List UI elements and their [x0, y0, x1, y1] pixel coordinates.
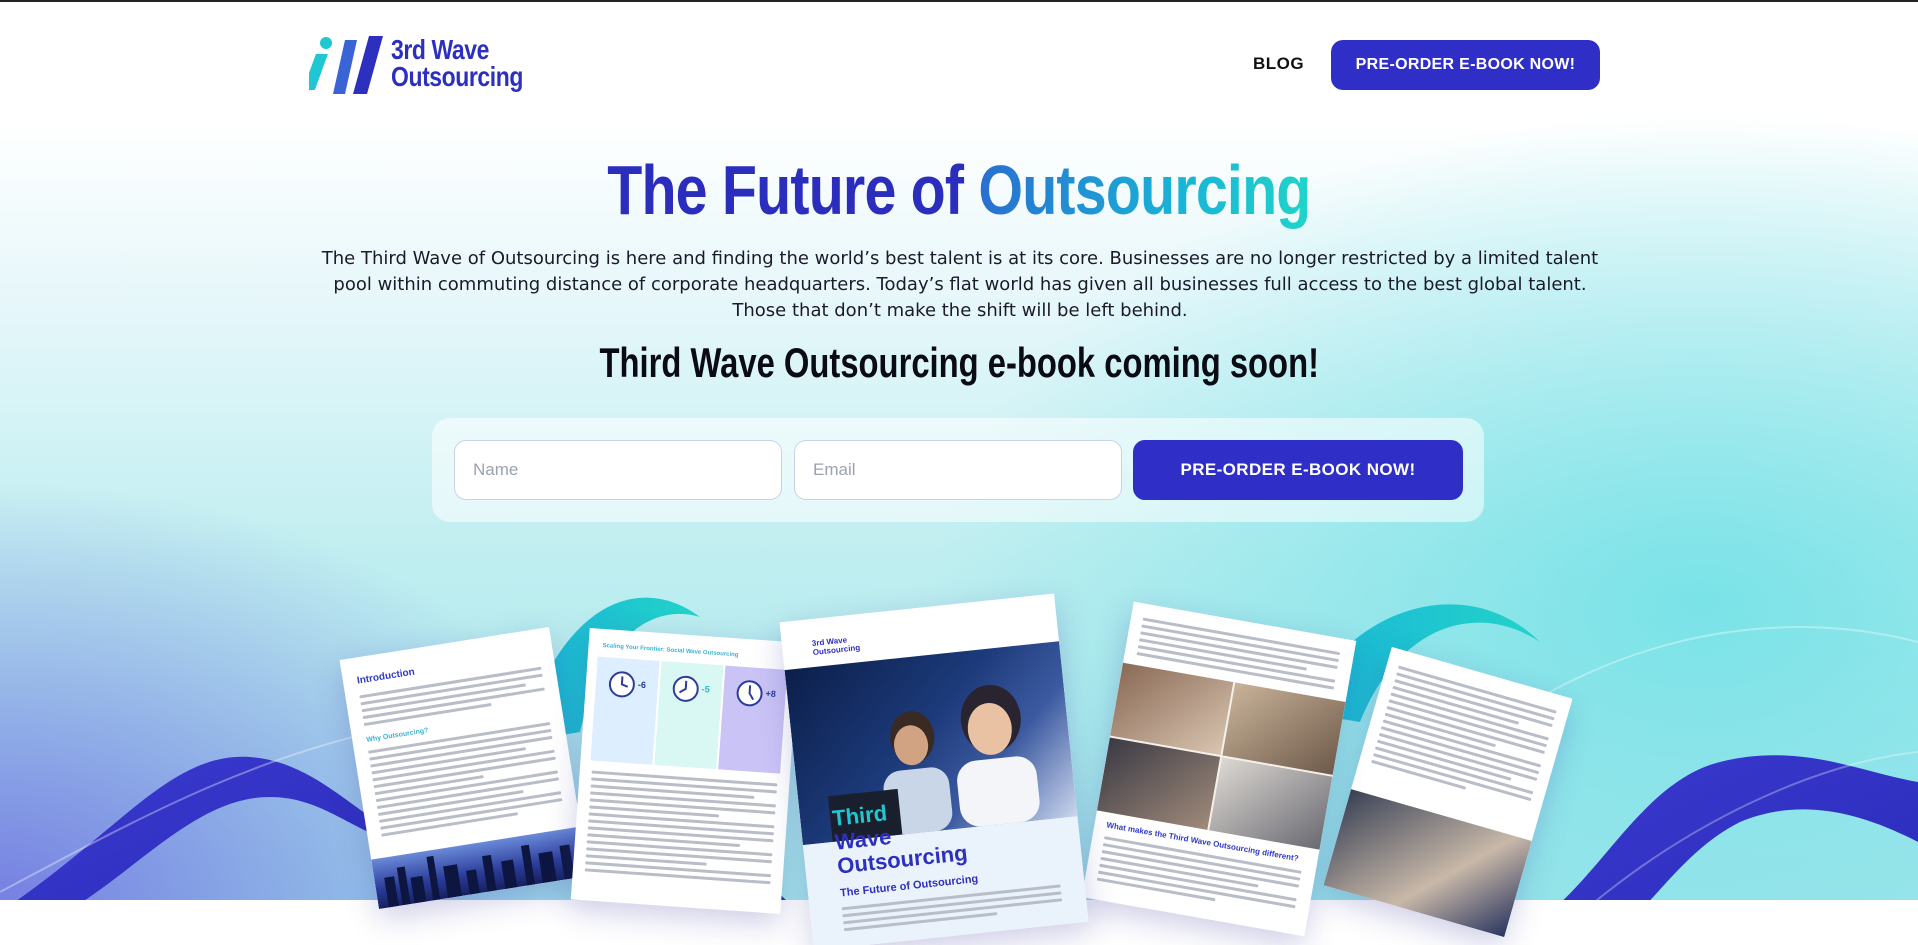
- cover-photo: [784, 641, 1078, 846]
- page1-subheading: Why Outsourcing?: [365, 727, 429, 744]
- email-input[interactable]: [794, 440, 1122, 500]
- logo-line1: 3rd Wave: [391, 34, 489, 65]
- ebook-subtitle: Third Wave Outsourcing e-book coming soo…: [0, 339, 1918, 387]
- hero-description: The Third Wave of Outsourcing is here an…: [321, 248, 1599, 321]
- header-preorder-button[interactable]: PRE-ORDER E-BOOK NOW!: [1331, 40, 1600, 90]
- team-photos: [1096, 662, 1346, 850]
- clock-icon: [736, 680, 763, 707]
- preorder-form: PRE-ORDER E-BOOK NOW!: [432, 418, 1484, 522]
- name-input[interactable]: [454, 440, 782, 500]
- logo-wordmark: 3rd Wave Outsourcing: [391, 34, 523, 92]
- landing-page: 3rd Wave Outsourcing BLOG PRE-ORDER E-BO…: [0, 0, 1918, 945]
- time-offset-2: -5: [701, 683, 711, 695]
- ebook-page-time-zones: Scaling Your Frontier: Social Wave Outso…: [570, 628, 800, 914]
- ebook-subtitle-text: Third Wave Outsourcing e-book coming soo…: [599, 339, 1319, 386]
- title-part1: The Future of: [607, 151, 964, 229]
- form-preorder-button[interactable]: PRE-ORDER E-BOOK NOW!: [1133, 440, 1463, 500]
- cover-brand: 3rd Wave Outsourcing: [811, 635, 861, 657]
- brand-logo[interactable]: 3rd Wave Outsourcing: [309, 32, 534, 98]
- clock-icon: [608, 671, 635, 698]
- time-offset-3: +8: [765, 688, 777, 700]
- time-offset-1: -6: [637, 679, 647, 691]
- page-title: The Future of Outsourcing: [0, 150, 1918, 230]
- ebook-page-introduction: Introduction Why Outsourcing?: [339, 626, 589, 910]
- nav-blog-link[interactable]: BLOG: [1253, 54, 1304, 74]
- page2-heading: Scaling Your Frontier: Social Wave Outso…: [602, 642, 739, 659]
- title-part2: Outsourcing: [978, 151, 1311, 229]
- page1-heading: Introduction: [356, 666, 416, 687]
- clock-icon: [672, 675, 699, 702]
- ebook-cover: 3rd Wave Outsourcing Third Wave Outsourc…: [779, 593, 1089, 945]
- logo-line2: Outsourcing: [391, 61, 523, 92]
- logo-mark-icon: [309, 36, 383, 94]
